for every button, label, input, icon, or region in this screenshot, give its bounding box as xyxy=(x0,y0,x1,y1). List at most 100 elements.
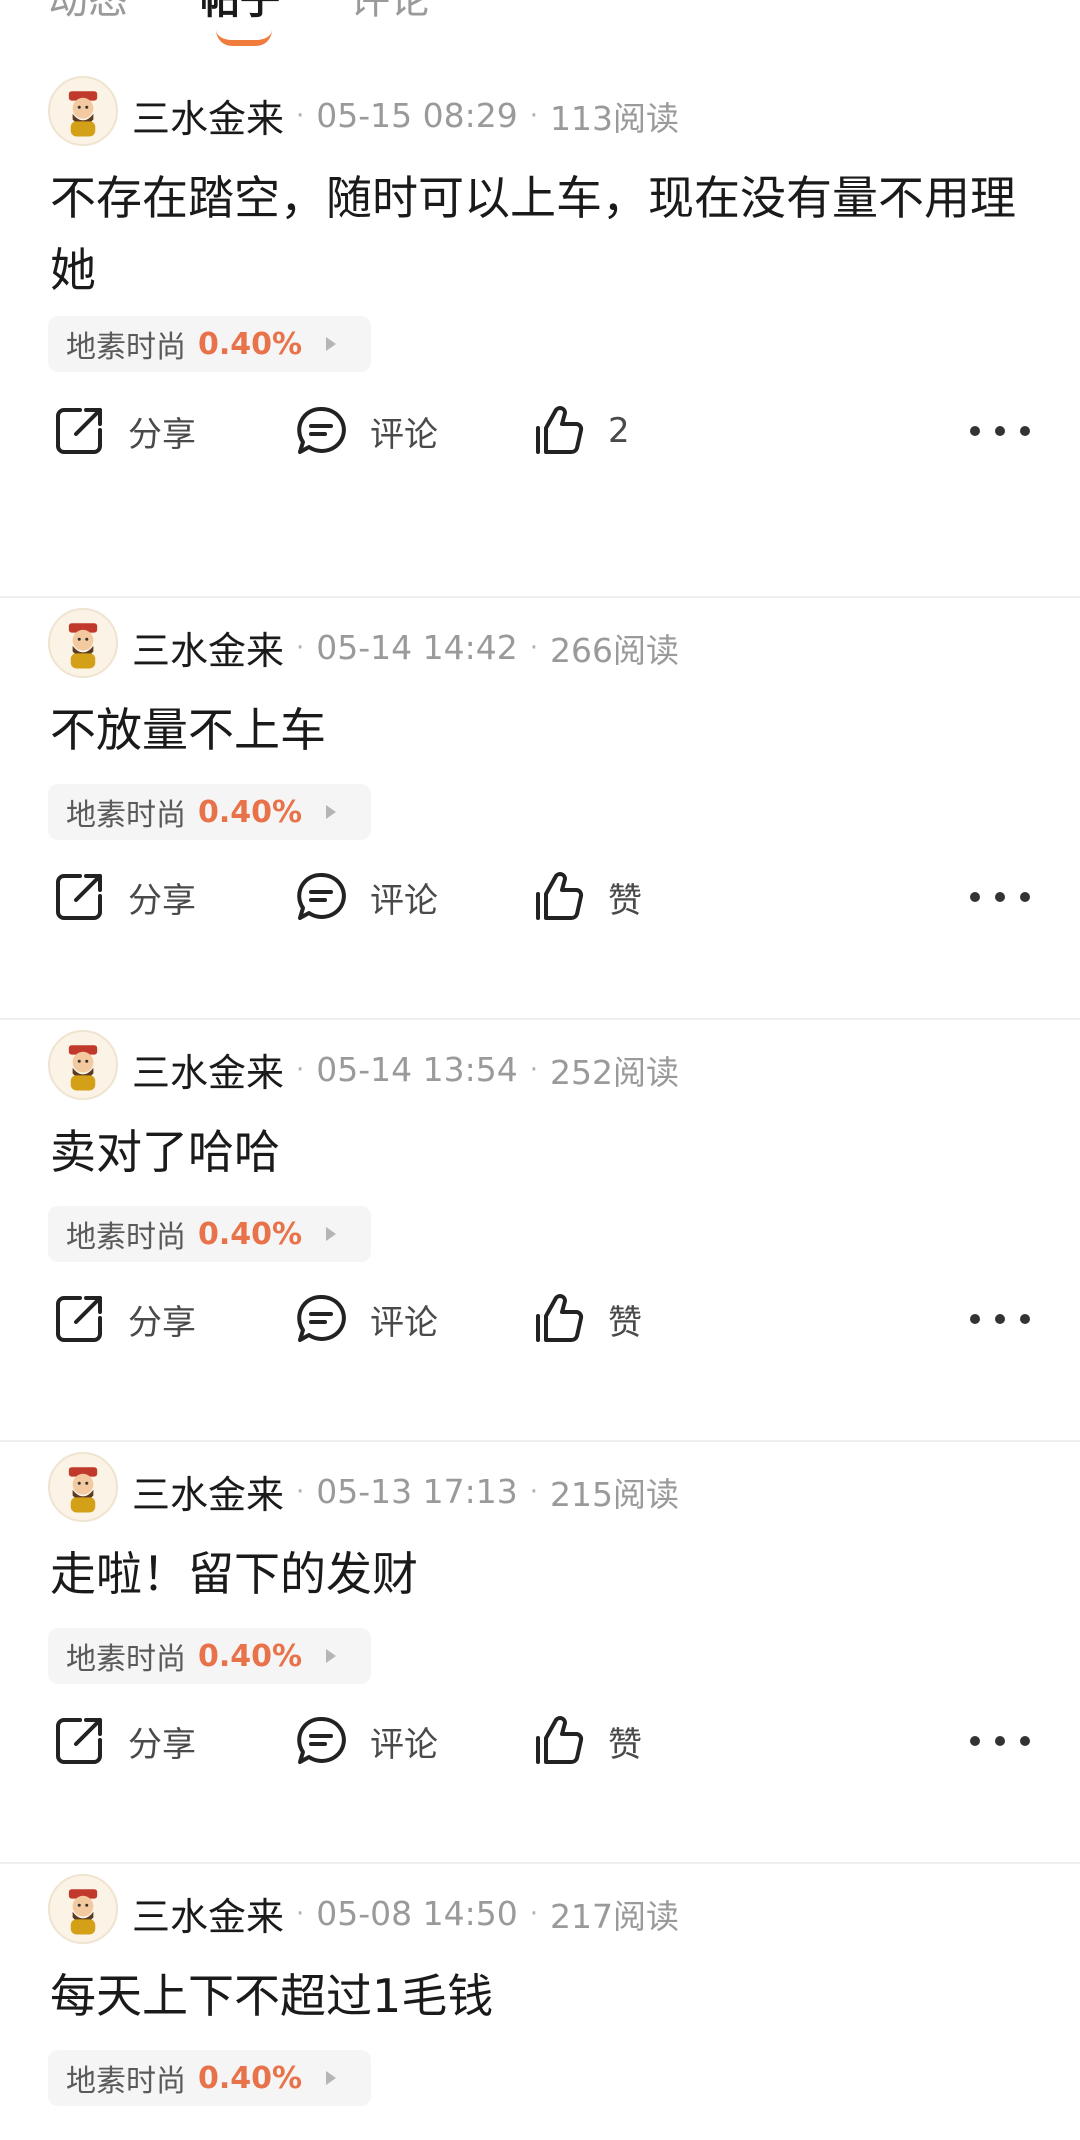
stock-name: 地素时尚 xyxy=(66,1220,186,1255)
post-text[interactable]: 走啦！留下的发财 xyxy=(50,1538,1040,1610)
share-label: 分享 xyxy=(128,1302,196,1343)
meta-separator: · xyxy=(529,1898,539,1929)
caret-right-icon xyxy=(326,337,337,351)
share-button[interactable]: 分享 xyxy=(50,1706,196,1776)
author-name[interactable]: 三水金来 xyxy=(132,1042,284,1097)
post-card[interactable]: 三水金来 · 05-13 17:13 · 215阅读 走啦！留下的发财 地素时尚… xyxy=(0,1442,1080,1864)
share-icon xyxy=(56,874,102,920)
like-label: 赞 xyxy=(608,880,642,921)
caret-right-icon xyxy=(326,2071,337,2085)
stock-change: 0.40% xyxy=(198,326,303,362)
author-name[interactable]: 三水金来 xyxy=(132,620,284,675)
stock-change: 0.40% xyxy=(198,794,303,830)
avatar[interactable] xyxy=(48,76,118,146)
thumbs-up-icon xyxy=(536,406,584,454)
meta-separator: · xyxy=(529,100,539,131)
fortune-god-avatar-icon xyxy=(50,1876,116,1942)
action-bar: 分享 评论 赞 xyxy=(0,1284,1080,1354)
post-card[interactable]: 三水金来 · 05-14 14:42 · 266阅读 不放量不上车 地素时尚 0… xyxy=(0,598,1080,1020)
post-meta: 三水金来 · 05-13 17:13 · 215阅读 xyxy=(132,1464,679,1519)
like-button[interactable]: 赞 xyxy=(530,1284,642,1354)
like-label: 2 xyxy=(608,411,630,451)
post-meta: 三水金来 · 05-14 14:42 · 266阅读 xyxy=(132,620,679,675)
meta-separator: · xyxy=(296,632,305,663)
more-options-button[interactable] xyxy=(970,1706,1030,1776)
share-icon xyxy=(56,408,102,454)
tab-comments[interactable]: 评论 xyxy=(350,0,430,20)
post-time: 05-14 14:42 xyxy=(316,628,518,667)
comment-icon xyxy=(297,1716,346,1764)
like-button[interactable]: 赞 xyxy=(530,862,642,932)
more-options-button[interactable] xyxy=(970,1284,1030,1354)
like-button[interactable]: 赞 xyxy=(530,1706,642,1776)
like-button[interactable]: 2 xyxy=(530,396,630,466)
thumbs-up-icon xyxy=(536,1294,584,1342)
comment-icon xyxy=(297,1294,346,1342)
caret-right-icon xyxy=(326,805,337,819)
author-name[interactable]: 三水金来 xyxy=(132,88,284,143)
comment-icon xyxy=(297,872,346,920)
post-time: 05-15 08:29 xyxy=(316,96,518,135)
fortune-god-avatar-icon xyxy=(50,610,116,676)
avatar[interactable] xyxy=(48,1452,118,1522)
comment-button[interactable]: 评论 xyxy=(292,862,438,932)
post-card[interactable]: 三水金来 · 05-14 13:54 · 252阅读 卖对了哈哈 地素时尚 0.… xyxy=(0,1020,1080,1442)
post-text[interactable]: 不放量不上车 xyxy=(50,694,1040,766)
read-count: 217阅读 xyxy=(550,1896,680,1936)
meta-separator: · xyxy=(296,1054,305,1085)
post-text[interactable]: 卖对了哈哈 xyxy=(50,1116,1040,1188)
action-bar: 分享 评论 赞 xyxy=(0,1706,1080,1776)
comment-button[interactable]: 评论 xyxy=(292,396,438,466)
fortune-god-avatar-icon xyxy=(50,1032,116,1098)
comment-button[interactable]: 评论 xyxy=(292,1706,438,1776)
read-count: 215阅读 xyxy=(550,1474,680,1514)
stock-tag[interactable]: 地素时尚 0.40% xyxy=(48,2050,371,2106)
comment-button[interactable]: 评论 xyxy=(292,1284,438,1354)
tab-posts[interactable]: 帖子 xyxy=(200,0,280,20)
stock-tag[interactable]: 地素时尚 0.40% xyxy=(48,1628,371,1684)
stock-change: 0.40% xyxy=(198,2060,303,2096)
tab-dynamics[interactable]: 动态 xyxy=(48,0,128,20)
post-feed: 三水金来 · 05-15 08:29 · 113阅读 不存在踏空，随时可以上车，… xyxy=(0,66,1080,2140)
post-card[interactable]: 三水金来 · 05-08 14:50 · 217阅读 每天上下不超过1毛钱 地素… xyxy=(0,1864,1080,2140)
share-button[interactable]: 分享 xyxy=(50,396,196,466)
stock-tag[interactable]: 地素时尚 0.40% xyxy=(48,1206,371,1262)
avatar[interactable] xyxy=(48,608,118,678)
like-label: 赞 xyxy=(608,1302,642,1343)
meta-separator: · xyxy=(529,1054,539,1085)
meta-separator: · xyxy=(296,100,305,131)
post-meta: 三水金来 · 05-14 13:54 · 252阅读 xyxy=(132,1042,679,1097)
stock-name: 地素时尚 xyxy=(66,1642,186,1677)
action-bar: 分享 评论 赞 xyxy=(0,862,1080,932)
stock-change: 0.40% xyxy=(198,1216,303,1252)
read-count: 113阅读 xyxy=(550,98,680,138)
post-card[interactable]: 三水金来 · 05-15 08:29 · 113阅读 不存在踏空，随时可以上车，… xyxy=(0,66,1080,598)
stock-change: 0.40% xyxy=(198,1638,303,1674)
author-name[interactable]: 三水金来 xyxy=(132,1886,284,1941)
share-icon xyxy=(56,1718,102,1764)
more-options-button[interactable] xyxy=(970,396,1030,466)
post-text[interactable]: 不存在踏空，随时可以上车，现在没有量不用理她 xyxy=(50,162,1040,306)
share-label: 分享 xyxy=(128,414,196,455)
comment-label: 评论 xyxy=(370,880,438,921)
share-button[interactable]: 分享 xyxy=(50,862,196,932)
author-name[interactable]: 三水金来 xyxy=(132,1464,284,1519)
read-count: 252阅读 xyxy=(550,1052,680,1092)
stock-tag[interactable]: 地素时尚 0.40% xyxy=(48,316,371,372)
post-text[interactable]: 每天上下不超过1毛钱 xyxy=(50,1960,1040,2032)
like-label: 赞 xyxy=(608,1724,642,1765)
meta-separator: · xyxy=(529,632,539,663)
post-time: 05-13 17:13 xyxy=(316,1472,518,1511)
share-button[interactable]: 分享 xyxy=(50,1284,196,1354)
post-meta: 三水金来 · 05-15 08:29 · 113阅读 xyxy=(132,88,679,143)
thumbs-up-icon xyxy=(536,872,584,920)
share-label: 分享 xyxy=(128,880,196,921)
avatar[interactable] xyxy=(48,1030,118,1100)
caret-right-icon xyxy=(326,1227,337,1241)
more-options-button[interactable] xyxy=(970,862,1030,932)
stock-tag[interactable]: 地素时尚 0.40% xyxy=(48,784,371,840)
read-count: 266阅读 xyxy=(550,630,680,670)
comment-icon xyxy=(297,406,346,454)
avatar[interactable] xyxy=(48,1874,118,1944)
stock-name: 地素时尚 xyxy=(66,2064,186,2099)
